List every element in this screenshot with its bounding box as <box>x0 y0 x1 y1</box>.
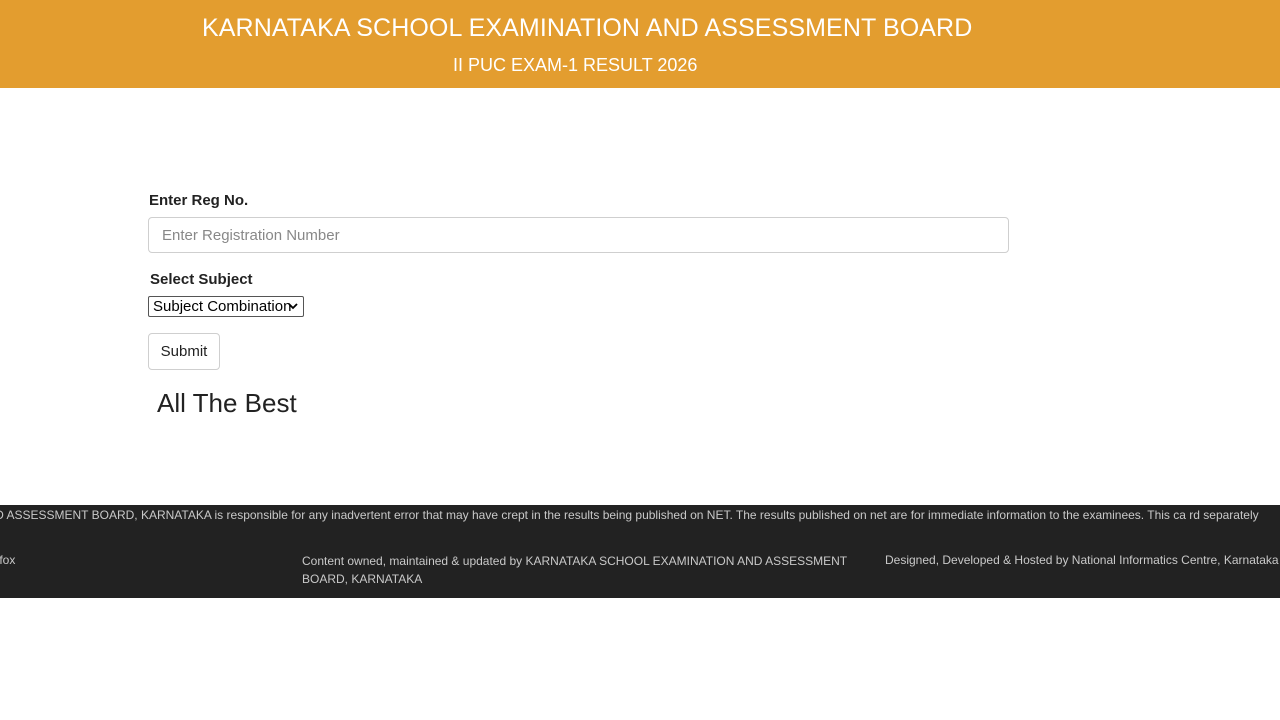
reg-number-input[interactable] <box>148 217 1009 253</box>
chevron-down-icon <box>288 303 298 310</box>
subject-select[interactable]: Subject Combination <box>148 296 304 317</box>
footer-designed-by: Designed, Developed & Hosted by National… <box>885 553 1279 567</box>
subject-select-value: Subject Combination <box>153 298 292 315</box>
submit-button[interactable]: Submit <box>148 333 220 370</box>
page-title: KARNATAKA SCHOOL EXAMINATION AND ASSESSM… <box>202 14 973 42</box>
reg-number-label: Enter Reg No. <box>149 192 249 209</box>
page-header: KARNATAKA SCHOOL EXAMINATION AND ASSESSM… <box>0 0 1280 88</box>
subject-label: Select Subject <box>150 271 253 288</box>
footer-disclaimer: EXAMINATION AND ASSESSMENT BOARD, KARNAT… <box>0 507 1280 524</box>
all-the-best-message: All The Best <box>157 388 297 418</box>
footer-browser-note: ozilla Firefox <box>0 553 16 567</box>
page-subtitle: II PUC EXAM-1 RESULT 2026 <box>453 55 698 75</box>
footer-content-owned: Content owned, maintained & updated by K… <box>302 554 847 586</box>
page-footer: EXAMINATION AND ASSESSMENT BOARD, KARNAT… <box>0 505 1280 598</box>
footer-disclaimer-text: EXAMINATION AND ASSESSMENT BOARD, KARNAT… <box>0 508 1259 522</box>
